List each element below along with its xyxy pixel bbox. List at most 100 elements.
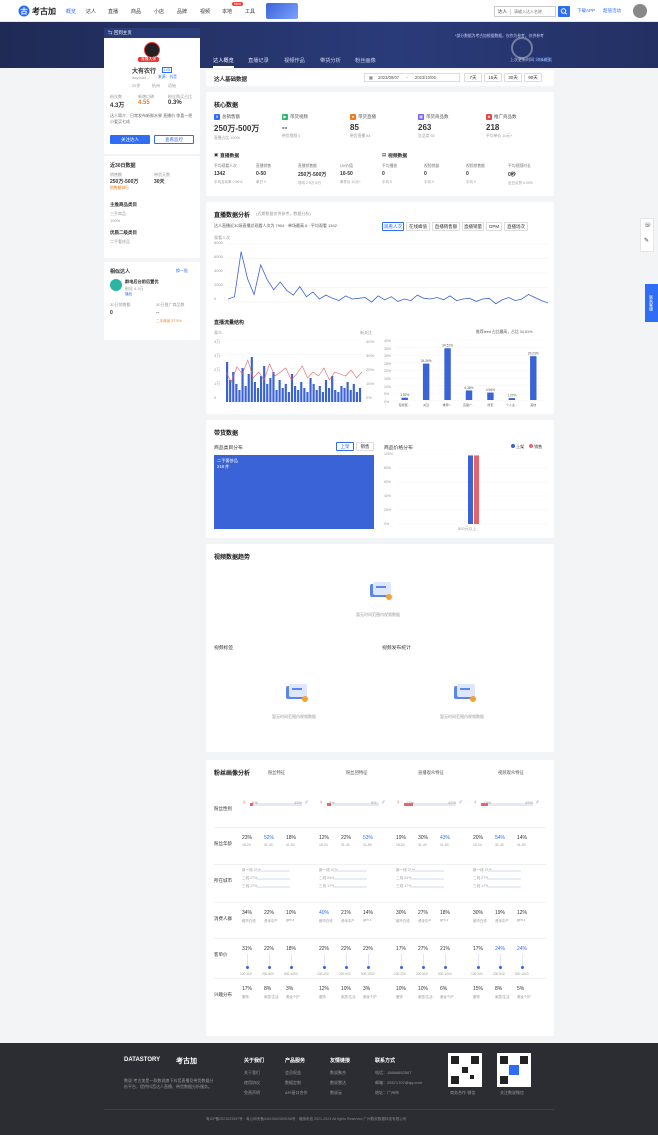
core-metric-label: 带货商品数 <box>426 114 449 119</box>
footer-link[interactable]: API接口合作 <box>285 1090 307 1096</box>
price-dot <box>246 966 249 969</box>
toggle-sold[interactable]: 销售 <box>356 442 374 451</box>
fans-pct-value: 14% <box>517 835 528 841</box>
range-30d[interactable]: 30天 <box>504 73 522 82</box>
nav-tools[interactable]: 工具 <box>245 8 255 15</box>
nav-brand[interactable]: 品牌 <box>177 8 187 15</box>
live-metric-label: 直播销售额 <box>298 164 317 168</box>
sales-rank-link[interactable]: 销售额排行 <box>110 186 129 191</box>
footer-link[interactable]: 使用协议 <box>244 1080 260 1086</box>
legend-listed-label: 上架 <box>516 444 525 449</box>
back-home[interactable]: ⇆ 回到主页 <box>104 28 200 38</box>
male-pct: 49% <box>525 800 534 805</box>
metric-toggle-button[interactable]: 直播销量 <box>462 222 484 231</box>
footer-link[interactable]: 邮箱：25571707@qq.com <box>375 1080 422 1086</box>
footer-link[interactable]: 会员权益 <box>285 1070 301 1076</box>
source-bar <box>401 397 408 400</box>
refresh-link[interactable]: 刷新数据 <box>536 57 552 63</box>
tab-live-records[interactable]: 直播记录 <box>248 57 269 64</box>
fans-tab-fans[interactable]: 粉丝特征 <box>268 770 285 776</box>
feedback-icon[interactable]: ✎ <box>644 237 649 244</box>
qr-business <box>448 1053 482 1087</box>
fans-sub-label: 41-50 <box>286 843 295 847</box>
nav-product[interactable]: 商品 <box>131 8 141 15</box>
core-metric-icon: ▶ <box>282 114 288 120</box>
footer-link[interactable]: 免责声明 <box>244 1090 260 1096</box>
range-15d[interactable]: 15天 <box>484 73 502 82</box>
live-metric-sub: 场均 2.5万-5万 <box>298 181 321 185</box>
footer-link[interactable]: 数说聚合 <box>330 1070 346 1076</box>
nav-live[interactable]: 直播 <box>108 8 118 15</box>
traffic-bar <box>312 384 315 402</box>
nav-overview[interactable]: 概览 <box>66 8 76 15</box>
range-90d[interactable]: 90天 <box>524 73 542 82</box>
toggle-listed[interactable]: 上架 <box>336 442 354 451</box>
footer-link[interactable]: 数说云 <box>330 1090 342 1096</box>
traffic-right-axis-label: 新关注 <box>360 330 372 335</box>
search-input[interactable] <box>511 9 555 14</box>
footer-link[interactable]: 电话：18666652507 <box>375 1070 411 1076</box>
date-range-picker[interactable]: ▦ 2023/09/07 - 2023/10/06 <box>364 73 460 82</box>
trend-point <box>456 300 457 301</box>
qr-business-label: 商务合作·微信 <box>450 1090 476 1095</box>
verify-source: 来源：抖音 <box>158 75 177 79</box>
fans-sub-label: 服饰 <box>242 995 249 999</box>
footer-link[interactable]: 数说雷达 <box>330 1080 346 1086</box>
metric-toggle-button[interactable]: GPM <box>486 222 502 231</box>
footer-link[interactable]: 数据定制 <box>285 1080 301 1086</box>
live-metric-label: 平均观看人次 <box>214 164 237 168</box>
monitor-button[interactable]: 查看监控 <box>154 135 194 144</box>
range-7d[interactable]: 7天 <box>464 73 482 82</box>
nav-video[interactable]: 视频 <box>200 8 210 15</box>
empty-publish-icon <box>452 682 478 706</box>
fans-tab-fanclub[interactable]: 粉丝团特征 <box>346 770 367 776</box>
core-metric-label: 带货视频 <box>290 114 308 119</box>
vip-link[interactable]: 超值活动 <box>603 8 621 14</box>
fans-sub-label: 41-50 <box>517 843 526 847</box>
fans-pct-value: 27% <box>418 910 429 916</box>
price-range-label: 200-500 <box>262 972 274 976</box>
tab-videos[interactable]: 视频作品 <box>284 57 305 64</box>
footer-link[interactable]: 关于我们 <box>244 1070 260 1076</box>
traffic-bar <box>238 390 241 402</box>
metric-toggle-button[interactable]: 观看人次 <box>382 222 404 231</box>
date-separator-icon: - <box>406 75 408 80</box>
search-select[interactable]: 达人 <box>495 8 511 15</box>
price-range-label: 500-1000 <box>438 972 452 976</box>
logo[interactable]: 古 考古加 <box>18 5 56 17</box>
similar-avatar[interactable] <box>110 279 122 291</box>
category-treemap-block[interactable]: 二手奢侈品 218 件 <box>214 455 374 529</box>
nav-influencer[interactable]: 达人 <box>86 8 96 15</box>
tab-fans[interactable]: 粉丝画像 <box>355 57 376 64</box>
contact-service-button[interactable]: 联系客服 <box>645 284 658 322</box>
refresh-similar-link[interactable]: 换一批 <box>176 268 188 274</box>
nav-shop[interactable]: 小店 <box>154 8 164 15</box>
promo-banner[interactable] <box>266 3 298 19</box>
fans-tab-live-audience[interactable]: 直播观众特征 <box>418 770 444 776</box>
fans-pct-value: 10% <box>396 986 407 992</box>
goods-card: 带货数据 商品类目分布 上架 销售 二手奢侈品 218 件 商品价格分布 上架 … <box>206 420 554 538</box>
avatar[interactable] <box>633 4 647 18</box>
service-icon[interactable]: ☏ <box>644 222 652 229</box>
price-dot <box>444 966 447 969</box>
follow-button[interactable]: 关注达人 <box>110 135 150 144</box>
traffic-left-axis-label: 观众 <box>214 330 222 335</box>
fans-sub-label: 都市白领 <box>473 919 487 923</box>
fans-pct-value: 3% <box>286 986 294 992</box>
metric-toggle-button[interactable]: 直播销售额 <box>432 222 460 231</box>
search-button[interactable] <box>558 6 570 17</box>
fans-tab-video-audience[interactable]: 视频观众特征 <box>498 770 524 776</box>
metric-toggle-button[interactable]: 直播场次 <box>504 222 528 231</box>
nav-local[interactable]: 本地 <box>222 8 232 15</box>
price-ytick: 20% <box>384 508 392 512</box>
video-metric: 视频销售额 0 平均 0 <box>466 164 506 185</box>
download-app-link[interactable]: 下载APP <box>577 8 595 14</box>
fans-pct-value: 23% <box>363 946 374 952</box>
fans-sub-label: 31-40 <box>495 843 504 847</box>
tab-sales-analysis[interactable]: 带货分析 <box>320 57 341 64</box>
footer-link[interactable]: 地址：广州市 <box>375 1090 399 1096</box>
similar-name[interactable]: 群电后台前后置优 <box>125 279 159 285</box>
traffic-bar <box>281 388 284 402</box>
metric-toggle-button[interactable]: 在线峰值 <box>406 222 430 231</box>
tab-overview[interactable]: 达人概览 <box>213 57 234 68</box>
